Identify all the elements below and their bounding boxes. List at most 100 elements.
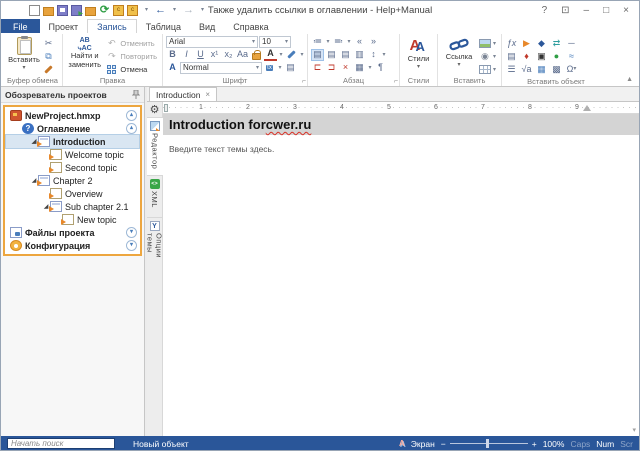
document-tab-introduction[interactable]: Introduction × [149,87,217,101]
tab-file[interactable]: File [1,19,40,33]
help-button[interactable]: ? [542,5,548,16]
copy-icon[interactable]: ⧉ [42,50,55,62]
tab-write[interactable]: Запись [87,19,137,33]
insert-wave-icon[interactable]: ≈ [565,50,578,62]
zoom-slider-thumb[interactable] [486,439,489,448]
ribbon-display-button[interactable]: ⊡ [561,5,569,16]
line-spacing-button[interactable]: ↕ [367,49,380,61]
link-button[interactable]: Ссылка ▾ [441,35,477,69]
minimize-button[interactable]: – [584,5,590,16]
forward-icon[interactable]: → [183,5,194,16]
insert-keyboard-icon[interactable]: ▤ [505,50,518,62]
ruler-left-margin-marker[interactable] [164,104,168,112]
bullet-dropdown-icon[interactable]: ▾ [325,36,331,48]
zoom-mode-label[interactable]: Экран [411,439,435,449]
borders-dropdown-icon[interactable]: ▾ [367,62,373,74]
tab-view[interactable]: Вид [190,19,224,33]
expand-down-icon[interactable]: ▾ [126,227,137,238]
insert-function-icon[interactable]: ƒx [505,37,518,49]
line-spacing-dropdown-icon[interactable]: ▾ [381,49,387,61]
insert-anchor-icon[interactable]: ⇄ [550,37,563,49]
style-classes-icon[interactable]: A [166,62,179,74]
italic-button[interactable]: I [180,49,193,61]
bullet-list-button[interactable]: ≔ [311,36,324,48]
numbered-list-button[interactable]: ≕ [332,36,345,48]
collapse-up-icon[interactable]: ▴ [126,123,137,134]
insert-symbol-icon[interactable]: Ω▾ [565,63,578,75]
text-variable-dropdown-icon[interactable]: ▾ [277,62,283,74]
compile-help-icon[interactable]: c [113,5,124,16]
insert-equation-icon[interactable]: √a [520,63,533,75]
search-input[interactable] [7,438,115,449]
font-family-combo[interactable]: Arial▾ [166,36,258,48]
tree-item-overview[interactable]: Overview [6,187,139,200]
insert-marker-icon[interactable]: ♦ [520,50,533,62]
tree-item-new-topic[interactable]: New topic [6,213,139,226]
styles-button[interactable]: AA Стили ▾ [403,35,434,71]
side-tab-xml[interactable]: <> XML [147,176,162,218]
align-justify-button[interactable]: ▥ [353,49,366,61]
save-and-run-icon[interactable] [71,5,82,16]
align-right-button[interactable]: ▤ [339,49,352,61]
new-file-icon[interactable] [29,5,40,16]
qat-customize-icon[interactable]: ▾ [197,5,208,16]
align-center-button[interactable]: ▤ [325,49,338,61]
highlight-dropdown-icon[interactable]: ▾ [299,49,305,61]
insert-grid-icon[interactable]: ▦ [535,63,548,75]
tab-table[interactable]: Таблица [137,19,190,33]
insert-list-icon[interactable]: ☰ [505,63,518,75]
ruler-right-margin-marker[interactable] [583,105,591,111]
format-painter-icon[interactable] [42,63,55,75]
insert-media-object-icon[interactable]: ● [550,50,563,62]
paragraph-style-combo[interactable]: Normal▾ [180,62,262,74]
zoom-slider-track[interactable] [450,443,528,444]
find-replace-button[interactable]: AB⤷AC Найти и заменить [66,35,103,70]
tree-item-project[interactable]: NewProject.hmxp ▴ [6,109,139,122]
increase-indent-icon[interactable]: » [367,36,380,48]
font-size-combo[interactable]: 10▾ [259,36,291,48]
expand-down-icon[interactable]: ▾ [126,240,137,251]
tree-item-introduction[interactable]: ◢ Introduction [6,135,139,148]
snippet-icon[interactable]: ▤ [284,62,297,74]
new-object-button[interactable]: Новый объект [133,439,189,449]
scroll-down-icon[interactable]: ▾ [632,426,636,434]
font-color-button[interactable]: A [264,49,277,61]
tree-item-project-files[interactable]: Файлы проекта ▾ [6,226,139,239]
undo-button[interactable]: ↶Отменить [103,37,159,49]
insert-code-icon[interactable]: ▣ [535,50,548,62]
collapse-up-icon[interactable]: ▴ [126,110,137,121]
collapse-ribbon-icon[interactable]: ▲ [626,76,633,83]
save-icon[interactable] [57,5,68,16]
text-lock-button[interactable] [250,49,263,61]
qat-dropdown-icon[interactable]: ▾ [141,5,152,16]
paragraph-marks-button[interactable]: ¶ [374,62,387,74]
superscript-button[interactable]: x¹ [208,49,221,61]
redo-button[interactable]: ↷Повторить [103,50,159,62]
side-tab-topic-options[interactable]: Y Опции темы [147,218,162,280]
publish-icon[interactable] [85,7,96,16]
subscript-button[interactable]: x₂ [222,49,235,61]
topic-editor-content[interactable]: Introduction for cwer.ru Введите текст т… [163,114,639,436]
font-color-dropdown-icon[interactable]: ▾ [278,49,284,61]
tab-project[interactable]: Проект [40,19,88,33]
insert-toggle-icon[interactable]: ▶ [520,37,533,49]
close-button[interactable]: × [623,5,629,16]
paste-button[interactable]: Вставить ▾ [6,35,42,72]
no-wrap-icon[interactable]: × [339,62,352,74]
compile-help-alt-icon[interactable]: c [127,5,138,16]
pin-icon[interactable] [132,90,140,99]
tree-item-welcome-topic[interactable]: Welcome topic [6,148,139,161]
zoom-out-icon[interactable]: − [441,439,446,449]
insert-snippet-icon[interactable]: ◆ [535,37,548,49]
underline-button[interactable]: U [194,49,207,61]
cut-icon[interactable]: ✂ [42,37,55,49]
text-direction-ltr-icon[interactable]: ⊏ [311,62,324,74]
close-tab-icon[interactable]: × [205,90,210,99]
insert-table-button[interactable]: ▾ [477,63,498,75]
synchronize-icon[interactable]: ⟳ [99,5,110,16]
tree-item-toc[interactable]: ? Оглавление ▴ [6,122,139,135]
change-case-button[interactable]: Aa [236,49,249,61]
insert-frame-icon[interactable]: ▩ [550,63,563,75]
zoom-level[interactable]: 100% [543,439,565,449]
highlight-button[interactable] [285,49,298,61]
